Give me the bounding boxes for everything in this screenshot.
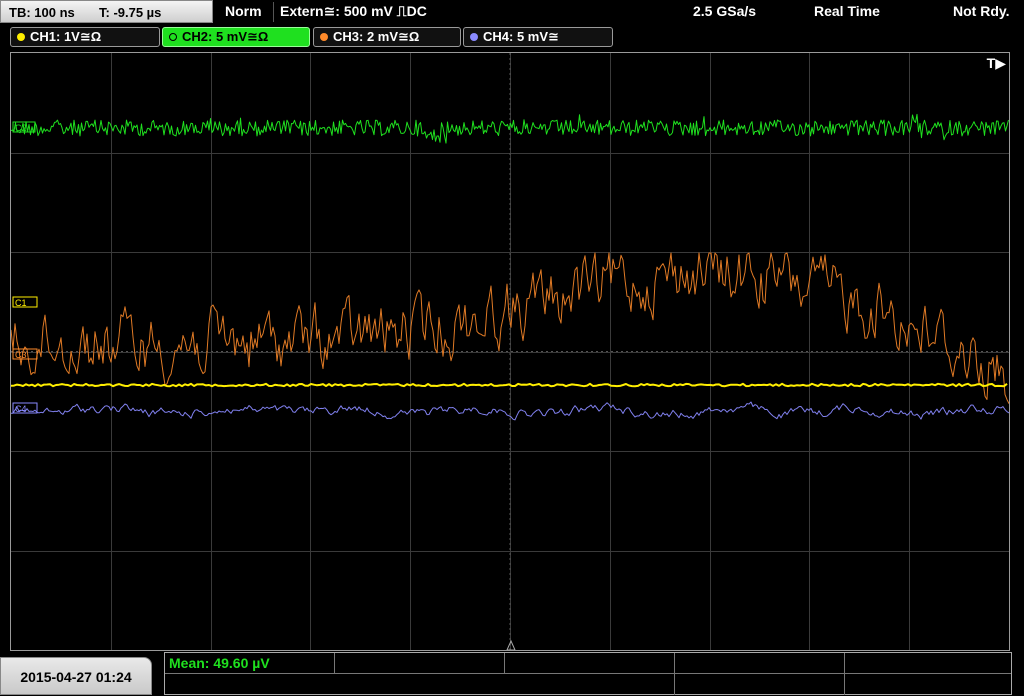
waveform-canvas[interactable]: C2 C1 C3 C4 xyxy=(11,53,1009,650)
channel-tab-ch2[interactable]: CH2: 5 mV≅Ω xyxy=(162,27,310,47)
channel-tab-ch3[interactable]: CH3: 2 mV≅Ω xyxy=(313,27,461,47)
timebase-readout: TB: 100 ns xyxy=(9,5,75,20)
trigger-time-readout: T: -9.75 µs xyxy=(99,5,162,20)
waveform-display[interactable]: C2 C1 C3 C4 xyxy=(10,52,1010,651)
trigger-source[interactable]: Extern≅: 500 mV ⎍DC xyxy=(280,0,427,23)
ch2-dot-icon xyxy=(169,33,177,41)
datetime-display: 2015-04-27 01:24 xyxy=(0,657,152,695)
acquisition-mode: Real Time xyxy=(814,3,880,19)
trigger-marker-icon[interactable]: T▶ xyxy=(987,55,1006,72)
ch4-level-marker[interactable]: C4 xyxy=(15,404,27,414)
channel-tab-ch1[interactable]: CH1: 1V≅Ω xyxy=(10,27,160,47)
trigger-mode[interactable]: Norm xyxy=(225,0,262,23)
ch1-level-marker[interactable]: C1 xyxy=(15,298,27,308)
ch3-level-marker[interactable]: C3 xyxy=(15,350,27,360)
acquisition-status: Not Rdy. xyxy=(953,3,1010,19)
sample-rate: 2.5 GSa/s xyxy=(693,3,757,19)
status-bar: TB: 100 ns T: -9.75 µs Norm Extern≅: 500… xyxy=(0,0,1024,25)
channel-bar: CH1: 1V≅Ω CH2: 5 mV≅Ω CH3: 2 mV≅Ω CH4: 5… xyxy=(0,25,1024,49)
timebase-box[interactable]: TB: 100 ns T: -9.75 µs xyxy=(0,0,213,23)
ch3-dot-icon xyxy=(320,33,328,41)
ch1-dot-icon xyxy=(17,33,25,41)
mean-measurement: Mean: 49.60 µV xyxy=(169,655,270,671)
ch2-level-marker[interactable]: C2 xyxy=(15,123,27,133)
channel-tab-ch4[interactable]: CH4: 5 mV≅ xyxy=(463,27,613,47)
measurement-table: Mean: 49.60 µV xyxy=(164,652,1012,695)
ch4-dot-icon xyxy=(470,33,478,41)
